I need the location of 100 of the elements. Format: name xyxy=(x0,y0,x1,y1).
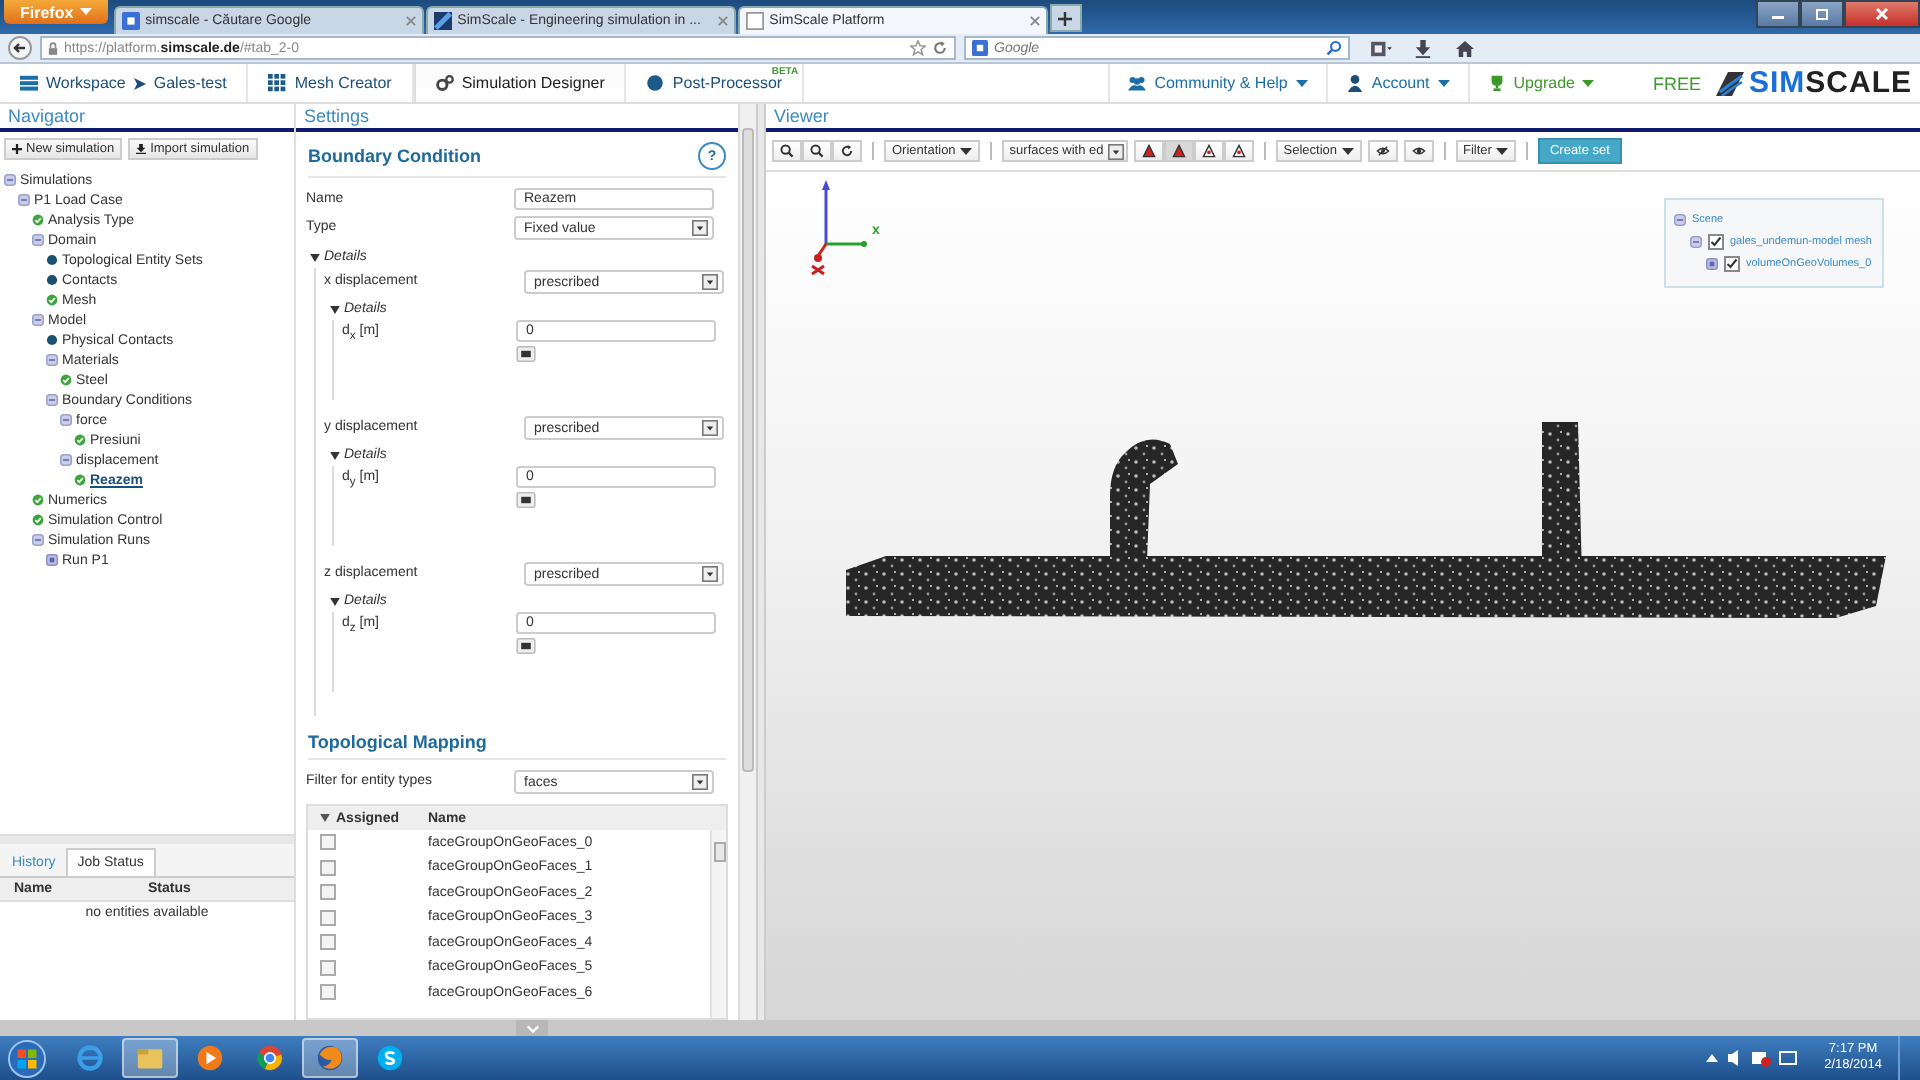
show-button[interactable] xyxy=(1403,140,1434,162)
back-button[interactable] xyxy=(8,36,32,60)
logo-text: SCALE xyxy=(1805,66,1912,100)
trophy-icon xyxy=(1487,74,1506,92)
collapse-icon[interactable] xyxy=(18,194,30,206)
close-icon[interactable] xyxy=(1029,16,1040,26)
dropdown-icon[interactable] xyxy=(702,566,718,582)
chevron-down-icon xyxy=(525,1023,539,1033)
zoom-in-button[interactable] xyxy=(772,140,802,162)
caret-icon xyxy=(79,8,92,16)
table-icon[interactable] xyxy=(516,492,536,508)
bookmarks-icon[interactable] xyxy=(1370,39,1392,57)
firefox-icon xyxy=(316,1044,344,1072)
panel-title: Viewer xyxy=(774,106,829,126)
dropdown-icon[interactable] xyxy=(692,774,708,790)
collapse-icon[interactable] xyxy=(32,534,44,546)
magnifier-icon xyxy=(810,144,824,158)
dropdown-icon[interactable] xyxy=(692,220,708,236)
expand-triangle-icon[interactable] xyxy=(330,451,340,459)
hide-button[interactable] xyxy=(1367,140,1398,162)
dropdown-icon[interactable] xyxy=(702,420,718,436)
zoom-out-button[interactable] xyxy=(802,140,832,162)
search-icon[interactable] xyxy=(1326,40,1342,56)
logo-text: SIM xyxy=(1748,66,1806,100)
circle-icon xyxy=(646,74,665,92)
close-button[interactable] xyxy=(1844,0,1920,28)
collapse-icon[interactable] xyxy=(32,234,44,246)
plus-icon xyxy=(1058,11,1073,25)
dropdown-icon[interactable] xyxy=(1107,143,1124,159)
close-icon xyxy=(1874,6,1890,22)
start-button[interactable] xyxy=(8,1039,46,1077)
checkbox[interactable] xyxy=(1708,233,1724,249)
star-icon[interactable] xyxy=(910,40,926,56)
collapse-icon[interactable] xyxy=(60,454,72,466)
dropdown-icon[interactable] xyxy=(702,274,718,290)
checkbox[interactable] xyxy=(320,984,336,1001)
check-circle-icon xyxy=(74,474,86,486)
checkbox[interactable] xyxy=(320,859,336,876)
caret-icon xyxy=(1495,147,1508,155)
expand-triangle-icon[interactable] xyxy=(310,253,320,261)
table-icon[interactable] xyxy=(516,638,536,654)
scrollbar[interactable] xyxy=(710,830,726,1018)
caret-icon xyxy=(1437,79,1450,87)
collapse-icon[interactable] xyxy=(32,314,44,326)
collapse-icon[interactable] xyxy=(1690,235,1702,247)
restore-icon xyxy=(1814,6,1830,22)
checkbox[interactable] xyxy=(1724,255,1740,271)
collapse-icon[interactable] xyxy=(1674,213,1686,225)
square-icon xyxy=(1706,257,1718,269)
scrollbar[interactable] xyxy=(738,104,756,1020)
taskbar-button[interactable] xyxy=(302,1038,358,1078)
check-circle-icon xyxy=(46,294,58,306)
logo-icon xyxy=(1716,71,1745,95)
expand-triangle-icon[interactable] xyxy=(330,305,340,313)
dot-icon xyxy=(46,334,58,346)
favicon-icon xyxy=(121,12,140,30)
home-icon[interactable] xyxy=(1454,39,1476,57)
sort-icon xyxy=(320,814,330,822)
favicon-icon xyxy=(745,12,764,30)
magnifier-icon xyxy=(780,144,794,158)
person-icon xyxy=(1345,74,1364,92)
table-icon[interactable] xyxy=(516,346,536,362)
collapse-icon[interactable] xyxy=(60,414,72,426)
collapse-icon[interactable] xyxy=(46,394,58,406)
triangle-icon xyxy=(1231,144,1246,158)
render-mode-button[interactable] xyxy=(1163,140,1194,162)
checkbox[interactable] xyxy=(320,959,336,976)
restore-button[interactable] xyxy=(1800,0,1844,28)
section-title: Topological Mapping xyxy=(308,732,487,752)
render-mode-button[interactable] xyxy=(1193,140,1224,162)
media-player-icon xyxy=(196,1044,224,1072)
checkbox[interactable] xyxy=(320,934,336,951)
refresh-button[interactable] xyxy=(832,140,862,162)
refresh-icon xyxy=(840,144,854,158)
check-circle-icon xyxy=(60,374,72,386)
reload-icon[interactable] xyxy=(932,40,948,56)
checkbox[interactable] xyxy=(320,909,336,926)
expand-triangle-icon[interactable] xyxy=(330,597,340,605)
minimize-button[interactable] xyxy=(1756,0,1800,28)
download-icon[interactable] xyxy=(1412,39,1434,57)
render-mode-button[interactable] xyxy=(1223,140,1254,162)
lock-icon xyxy=(48,41,58,55)
checkbox[interactable] xyxy=(320,834,336,851)
check-circle-icon xyxy=(32,514,44,526)
download-icon xyxy=(136,144,147,154)
favicon-icon xyxy=(433,12,452,30)
skype-icon xyxy=(376,1044,404,1072)
dot-icon xyxy=(46,254,58,266)
arrow-icon xyxy=(133,77,146,89)
collapse-icon[interactable] xyxy=(46,354,58,366)
caret-icon xyxy=(1341,147,1354,155)
caret-icon xyxy=(959,147,972,155)
collapse-icon[interactable] xyxy=(4,174,16,186)
plan-label: FREE xyxy=(1652,73,1701,93)
check-circle-icon xyxy=(32,214,44,226)
render-mode-button[interactable] xyxy=(1133,140,1164,162)
app-tab[interactable]: Simulation Designer xyxy=(413,64,627,102)
check-circle-icon xyxy=(32,494,44,506)
new-tab-button[interactable] xyxy=(1049,4,1082,32)
checkbox[interactable] xyxy=(320,884,336,901)
